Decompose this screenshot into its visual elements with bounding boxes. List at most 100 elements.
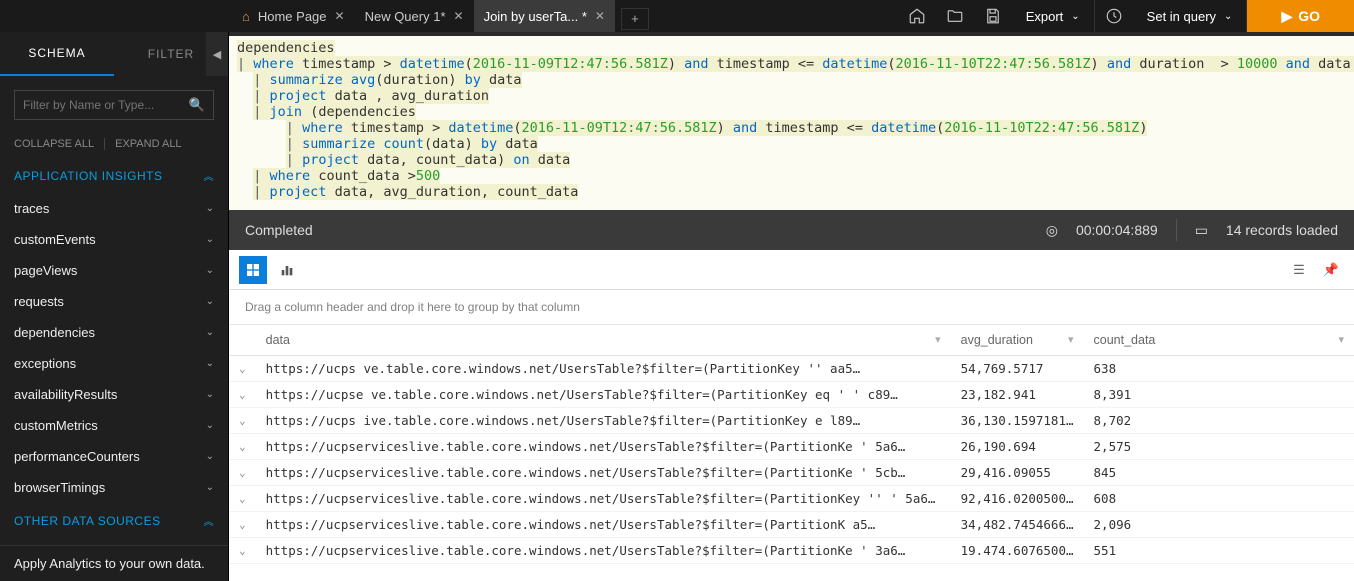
tree-item-browserTimings[interactable]: browserTimings⌄ — [0, 472, 228, 503]
search-icon: 🔍 — [189, 97, 205, 113]
cell-avg: 19.474.6076500… — [951, 538, 1084, 564]
tree-item-dependencies[interactable]: dependencies⌄ — [0, 317, 228, 348]
table-row[interactable]: ⌄https://ucps ive.table.core.windows.net… — [229, 408, 1354, 434]
go-button[interactable]: ▶ GO — [1247, 0, 1354, 32]
table-row[interactable]: ⌄https://ucpserviceslive.table.core.wind… — [229, 460, 1354, 486]
close-icon[interactable]: ✕ — [454, 9, 464, 23]
chevron-down-icon: ⌄ — [1071, 11, 1079, 22]
chevron-down-icon: ⌄ — [1224, 11, 1232, 22]
tab-new-query[interactable]: New Query 1* ✕ — [355, 0, 474, 32]
collapse-icon: ︽ — [204, 168, 215, 183]
tab-home[interactable]: ⌂ Home Page ✕ — [232, 0, 355, 32]
table-row[interactable]: ⌄https://ucpserviceslive.table.core.wind… — [229, 538, 1354, 564]
cell-avg: 92,416.0200500… — [951, 486, 1084, 512]
table-row[interactable]: ⌄https://ucps ve.table.core.windows.net/… — [229, 356, 1354, 382]
tree-item-requests[interactable]: requests⌄ — [0, 286, 228, 317]
columns-icon[interactable]: ☰ — [1286, 257, 1312, 283]
play-icon: ▶ — [1281, 8, 1292, 25]
chart-view-button[interactable] — [273, 256, 301, 284]
expand-row-icon[interactable]: ⌄ — [229, 460, 256, 486]
chevron-down-icon: ⌄ — [206, 203, 214, 214]
cell-data: https://ucpse ve.table.core.windows.net/… — [256, 382, 951, 408]
tree-item-availabilityResults[interactable]: availabilityResults⌄ — [0, 379, 228, 410]
col-avg-duration[interactable]: avg_duration▾ — [951, 325, 1084, 356]
tree-item-traces[interactable]: traces⌄ — [0, 193, 228, 224]
home-nav-icon[interactable] — [898, 0, 936, 32]
chevron-down-icon: ⌄ — [206, 389, 214, 400]
content-area: dependencies | where timestamp > datetim… — [229, 32, 1354, 581]
topbar: ⌂ Home Page ✕ New Query 1* ✕ Join by use… — [0, 0, 1354, 32]
table-row[interactable]: ⌄https://ucpse ve.table.core.windows.net… — [229, 382, 1354, 408]
filter-icon[interactable]: ▾ — [1338, 333, 1344, 346]
col-data[interactable]: data▾ — [256, 325, 951, 356]
export-button[interactable]: Export ⌄ — [1012, 0, 1095, 32]
table-view-button[interactable] — [239, 256, 267, 284]
cell-count: 8,702 — [1084, 408, 1354, 434]
chevron-down-icon: ⌄ — [206, 234, 214, 245]
status-bar: Completed ◎ 00:00:04:889 ▭ 14 records lo… — [229, 210, 1354, 250]
chevron-down-icon: ⌄ — [206, 482, 214, 493]
cell-data: https://ucpserviceslive.table.core.windo… — [256, 486, 951, 512]
folder-icon[interactable] — [936, 0, 974, 32]
group-by-hint[interactable]: Drag a column header and drop it here to… — [229, 290, 1354, 325]
search-input[interactable] — [23, 98, 189, 112]
tree-item-exceptions[interactable]: exceptions⌄ — [0, 348, 228, 379]
expand-row-icon[interactable]: ⌄ — [229, 356, 256, 382]
status-completed: Completed — [245, 222, 313, 238]
results-table: data▾ avg_duration▾ count_data▾ ⌄https:/… — [229, 325, 1354, 564]
filter-icon[interactable]: ▾ — [935, 333, 941, 346]
cell-count: 2,575 — [1084, 434, 1354, 460]
cell-avg: 34,482.7454666… — [951, 512, 1084, 538]
export-label: Export — [1026, 9, 1064, 24]
cell-data: https://ucpserviceslive.table.core.windo… — [256, 538, 951, 564]
chevron-down-icon: ⌄ — [206, 265, 214, 276]
col-count-data[interactable]: count_data▾ — [1084, 325, 1354, 356]
go-label: GO — [1298, 8, 1320, 24]
sidebar-tab-schema[interactable]: SCHEMA — [0, 32, 114, 76]
pin-icon[interactable]: 📌 — [1318, 257, 1344, 283]
expand-row-icon[interactable]: ⌄ — [229, 538, 256, 564]
schema-search[interactable]: 🔍 — [14, 90, 214, 120]
sidebar-collapse-button[interactable]: ◀ — [206, 32, 228, 76]
cell-count: 551 — [1084, 538, 1354, 564]
cell-count: 608 — [1084, 486, 1354, 512]
query-editor[interactable]: dependencies | where timestamp > datetim… — [229, 32, 1354, 210]
expand-row-icon[interactable]: ⌄ — [229, 408, 256, 434]
expand-row-icon[interactable]: ⌄ — [229, 382, 256, 408]
tab-join-query[interactable]: Join by userTa... * ✕ — [474, 0, 615, 32]
cell-data: https://ucpserviceslive.table.core.windo… — [256, 512, 951, 538]
table-row[interactable]: ⌄https://ucpserviceslive.table.core.wind… — [229, 486, 1354, 512]
tree-item-customEvents[interactable]: customEvents⌄ — [0, 224, 228, 255]
status-records: 14 records loaded — [1226, 222, 1338, 238]
cell-data: https://ucpserviceslive.table.core.windo… — [256, 434, 951, 460]
tree-item-performanceCounters[interactable]: performanceCounters⌄ — [0, 441, 228, 472]
expand-all-button[interactable]: EXPAND ALL — [115, 138, 181, 150]
cell-avg: 36,130.1597181… — [951, 408, 1084, 434]
expand-row-icon[interactable]: ⌄ — [229, 512, 256, 538]
set-in-query-button[interactable]: Set in query ⌄ — [1133, 0, 1248, 32]
cell-data: https://ucpserviceslive.table.core.windo… — [256, 460, 951, 486]
apply-analytics-note[interactable]: Apply Analytics to your own data. — [0, 545, 228, 581]
filter-icon[interactable]: ▾ — [1068, 333, 1074, 346]
table-row[interactable]: ⌄https://ucpserviceslive.table.core.wind… — [229, 512, 1354, 538]
new-tab-button[interactable]: + — [621, 8, 649, 30]
tab-label: Home Page — [258, 9, 327, 24]
top-actions: Export ⌄ Set in query ⌄ ▶ GO — [898, 0, 1354, 32]
expand-row-icon[interactable]: ⌄ — [229, 434, 256, 460]
set-in-query-label: Set in query — [1147, 9, 1216, 24]
target-icon: ◎ — [1046, 222, 1058, 239]
table-row[interactable]: ⌄https://ucpserviceslive.table.core.wind… — [229, 434, 1354, 460]
tree-item-customMetrics[interactable]: customMetrics⌄ — [0, 410, 228, 441]
results-table-wrap[interactable]: data▾ avg_duration▾ count_data▾ ⌄https:/… — [229, 325, 1354, 581]
collapse-all-button[interactable]: COLLAPSE ALL — [14, 138, 94, 150]
tree-section-other-sources[interactable]: OTHER DATA SOURCES ︽ — [0, 503, 228, 538]
close-icon[interactable]: ✕ — [595, 9, 605, 23]
tree-item-pageViews[interactable]: pageViews⌄ — [0, 255, 228, 286]
close-icon[interactable]: ✕ — [335, 9, 345, 23]
tree-section-app-insights[interactable]: APPLICATION INSIGHTS ︽ — [0, 158, 228, 193]
chevron-down-icon: ⌄ — [206, 296, 214, 307]
save-icon[interactable] — [974, 0, 1012, 32]
cell-count: 2,096 — [1084, 512, 1354, 538]
expand-row-icon[interactable]: ⌄ — [229, 486, 256, 512]
chevron-down-icon: ⌄ — [206, 420, 214, 431]
